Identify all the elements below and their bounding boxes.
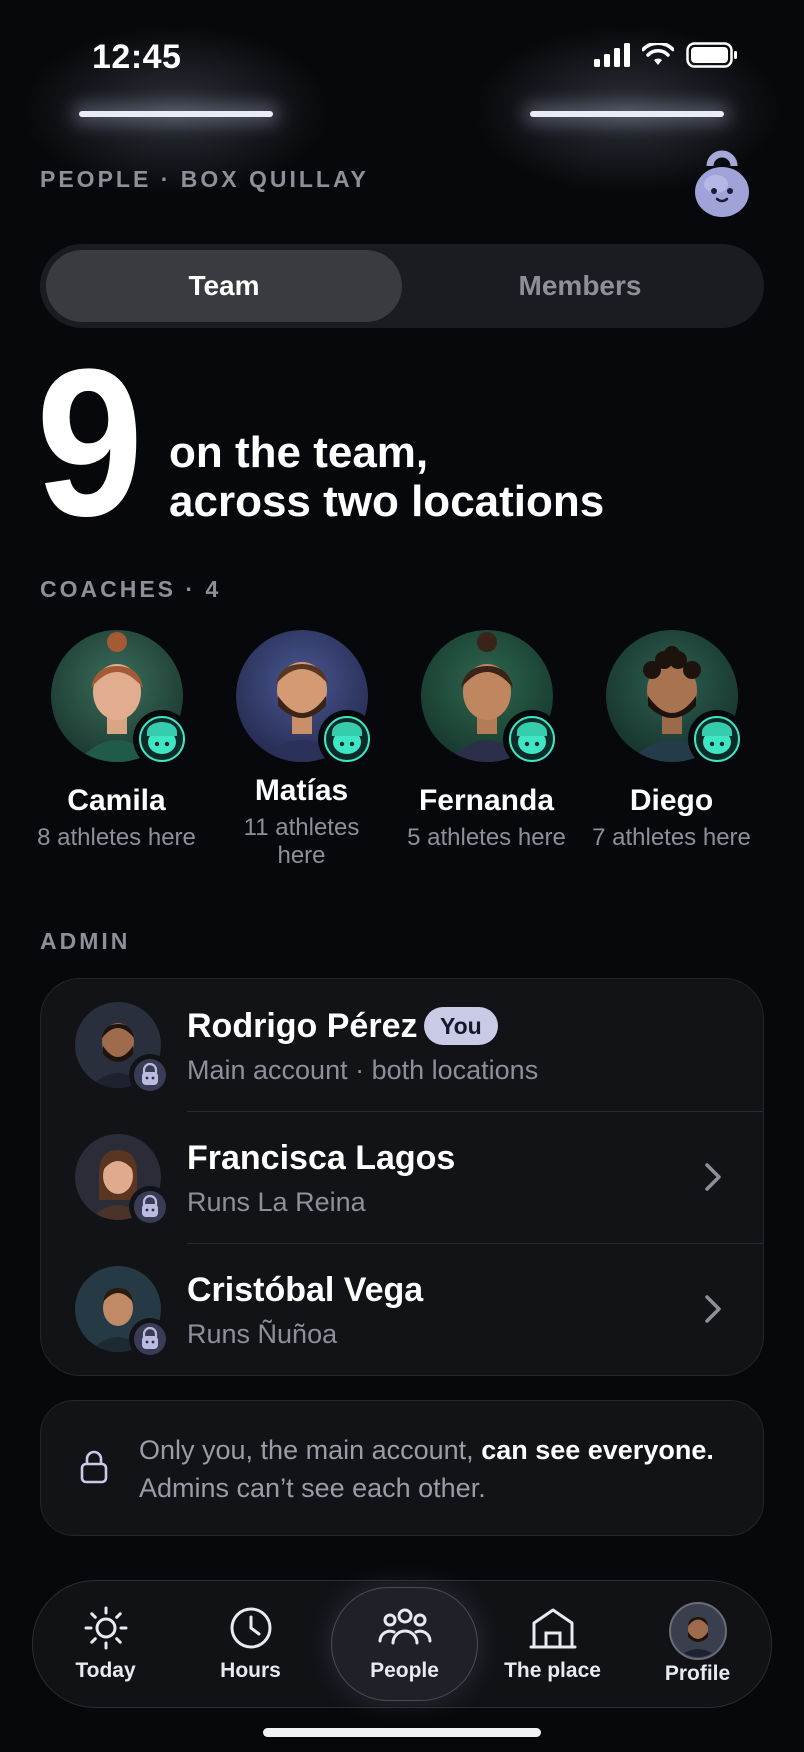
- coach-badge-icon: [132, 710, 191, 768]
- admin-name: Francisca Lagos: [187, 1139, 456, 1177]
- status-icons: [594, 42, 738, 68]
- avatar: [50, 630, 191, 768]
- team-count: 9: [36, 325, 143, 560]
- page-section-label: PEOPLE · BOX QUILLAY: [40, 166, 369, 192]
- ceiling-light-right: [530, 111, 724, 117]
- battery-icon: [686, 42, 737, 68]
- privacy-note-text: Only you, the main account, can see ever…: [139, 1431, 739, 1507]
- privacy-note-emphasis: can see everyone.: [481, 1435, 714, 1465]
- status-bar: 12:45: [0, 0, 804, 110]
- admin-lock-badge-icon: [129, 1318, 171, 1360]
- nav-hours[interactable]: Hours: [178, 1581, 323, 1707]
- admin-name: Cristóbal Vega: [187, 1271, 424, 1309]
- coach-name: Camila: [67, 784, 166, 817]
- list-item[interactable]: Francisca Lagos Runs La Reina: [41, 1111, 763, 1243]
- clock-icon: [230, 1607, 271, 1649]
- team-members-segmented-control: Team Members: [40, 244, 764, 328]
- you-badge: You: [424, 1007, 498, 1045]
- privacy-note: Only you, the main account, can see ever…: [40, 1400, 764, 1536]
- coach-name: Diego: [629, 784, 714, 817]
- avatar: [235, 630, 376, 768]
- admin-role: Runs La Reina: [187, 1187, 366, 1217]
- avatar: [75, 1266, 171, 1360]
- avatar: [420, 630, 561, 768]
- list-item[interactable]: Rodrigo Pérez You Main account · both lo…: [41, 979, 763, 1111]
- tab-members[interactable]: Members: [402, 250, 758, 322]
- building-icon: [529, 1608, 576, 1649]
- profile-avatar-icon: [668, 1602, 727, 1660]
- nav-people-label: People: [370, 1659, 439, 1682]
- nav-people[interactable]: People: [331, 1587, 478, 1701]
- coach-badge-icon: [687, 710, 746, 768]
- wifi-icon: [642, 43, 674, 65]
- nav-the-place[interactable]: The place: [480, 1581, 625, 1707]
- privacy-note-part1: Only you, the main account,: [139, 1435, 482, 1465]
- admin-list: Rodrigo Pérez You Main account · both lo…: [40, 978, 764, 1376]
- coach-card[interactable]: Matías 11 athletes here: [209, 630, 394, 870]
- nav-today[interactable]: Today: [33, 1581, 178, 1707]
- coaches-row: Camila 8 athletes here Matías 11 athlete…: [24, 630, 780, 870]
- avatar: [75, 1134, 171, 1228]
- coach-athletes: 8 athletes here: [37, 824, 196, 851]
- coach-card[interactable]: Camila 8 athletes here: [24, 630, 209, 870]
- coach-athletes: 11 athletes here: [243, 814, 360, 869]
- chevron-right-icon: [705, 1163, 721, 1191]
- admin-lock-badge-icon: [129, 1054, 171, 1096]
- nav-today-label: Today: [75, 1659, 136, 1682]
- coach-name: Fernanda: [418, 784, 555, 817]
- coach-badge-icon: [502, 710, 561, 768]
- sun-icon: [84, 1606, 127, 1650]
- list-item[interactable]: Cristóbal Vega Runs Ñuñoa: [41, 1243, 763, 1375]
- coach-athletes: 5 athletes here: [407, 824, 566, 851]
- admin-lock-badge-icon: [129, 1186, 171, 1228]
- privacy-note-part2: Admins can’t see each other.: [139, 1473, 486, 1503]
- nav-profile[interactable]: Profile: [625, 1581, 770, 1707]
- admin-role: Main account · both locations: [187, 1055, 539, 1085]
- kettlebell-mascot-icon[interactable]: [692, 144, 752, 218]
- coach-athletes: 7 athletes here: [592, 824, 751, 851]
- lock-icon: [80, 1450, 108, 1484]
- nav-hours-label: Hours: [220, 1659, 281, 1682]
- ceiling-light-left: [79, 111, 273, 117]
- admin-role: Runs Ñuñoa: [187, 1319, 338, 1349]
- team-summary-headline: on the team, across two locations: [169, 428, 604, 526]
- nav-the-place-label: The place: [504, 1659, 601, 1682]
- admin-name: Rodrigo Pérez: [187, 1007, 418, 1045]
- avatar: [605, 630, 746, 768]
- status-time: 12:45: [92, 38, 182, 76]
- coach-badge-icon: [317, 710, 376, 768]
- avatar: [75, 1002, 171, 1096]
- people-icon: [378, 1608, 431, 1645]
- headline-line-2: across two locations: [169, 477, 605, 526]
- bottom-tab-bar: Today Hours People The place Profile: [32, 1580, 772, 1708]
- home-indicator: [263, 1728, 541, 1737]
- coach-card[interactable]: Fernanda 5 athletes here: [394, 630, 579, 870]
- tab-team[interactable]: Team: [46, 250, 402, 322]
- coach-name: Matías: [254, 774, 349, 807]
- coaches-section-label: COACHES · 4: [40, 576, 222, 602]
- chevron-right-icon: [705, 1295, 721, 1323]
- admin-section-label: ADMIN: [40, 928, 131, 954]
- nav-profile-label: Profile: [664, 1662, 731, 1685]
- coach-card[interactable]: Diego 7 athletes here: [579, 630, 764, 870]
- cellular-signal-icon: [594, 43, 630, 67]
- headline-line-1: on the team,: [169, 428, 429, 477]
